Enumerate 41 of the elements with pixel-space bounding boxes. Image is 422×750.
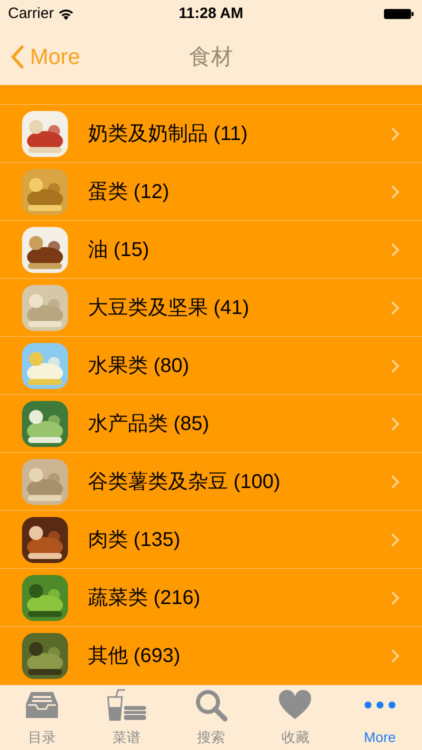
chevron-right-icon	[390, 126, 400, 142]
clock: 11:28 AM	[178, 4, 244, 24]
list-row[interactable]: 蔬菜类 (216)	[0, 568, 422, 626]
tray-icon	[25, 690, 60, 720]
chevron-right-icon	[390, 242, 400, 258]
carrier-label: Carrier	[8, 4, 54, 24]
list-row[interactable]: 谷类薯类及杂豆 (100)	[0, 452, 422, 510]
list-row[interactable]: 水果类 (80)	[0, 336, 422, 394]
wifi-icon	[58, 8, 74, 20]
list-row[interactable]: 大豆类及坚果 (41)	[0, 278, 422, 336]
list-row[interactable]: 水产品类 (85)	[0, 394, 422, 452]
heart-icon	[278, 690, 312, 720]
search-icon	[194, 688, 228, 722]
chevron-left-icon	[10, 44, 24, 68]
category-label: 谷类薯类及杂豆 (100)	[88, 470, 282, 494]
category-label: 水产品类 (85)	[88, 412, 210, 436]
category-label: 水果类 (80)	[88, 354, 190, 378]
chevron-right-icon	[390, 184, 400, 200]
chevron-right-icon	[390, 532, 400, 548]
category-label: 肉类 (135)	[88, 528, 182, 552]
chevron-right-icon	[390, 300, 400, 316]
chevron-right-icon	[390, 648, 400, 664]
nav-title: 食材	[189, 43, 233, 71]
category-label: 其他 (693)	[88, 644, 182, 668]
list-row[interactable]: 奶类及奶制品 (11)	[0, 104, 422, 162]
more-icon	[364, 701, 396, 709]
chevron-right-icon	[390, 358, 400, 374]
drink-and-burger-icon	[106, 689, 148, 721]
category-label: 奶类及奶制品 (11)	[88, 122, 249, 146]
category-label: 大豆类及坚果 (41)	[88, 296, 250, 320]
list-row[interactable]: 油 (15)	[0, 220, 422, 278]
chevron-right-icon	[390, 416, 400, 432]
battery-icon	[384, 8, 414, 20]
category-label: 油 (15)	[88, 238, 150, 262]
list-row[interactable]: 肉类 (135)	[0, 510, 422, 568]
list-row[interactable]: 其他 (693)	[0, 626, 422, 684]
chevron-right-icon	[390, 590, 400, 606]
category-label: 蛋类 (12)	[88, 180, 170, 204]
chevron-right-icon	[390, 474, 400, 490]
list-row[interactable]: 蛋类 (12)	[0, 162, 422, 220]
category-label: 蔬菜类 (216)	[88, 586, 202, 610]
